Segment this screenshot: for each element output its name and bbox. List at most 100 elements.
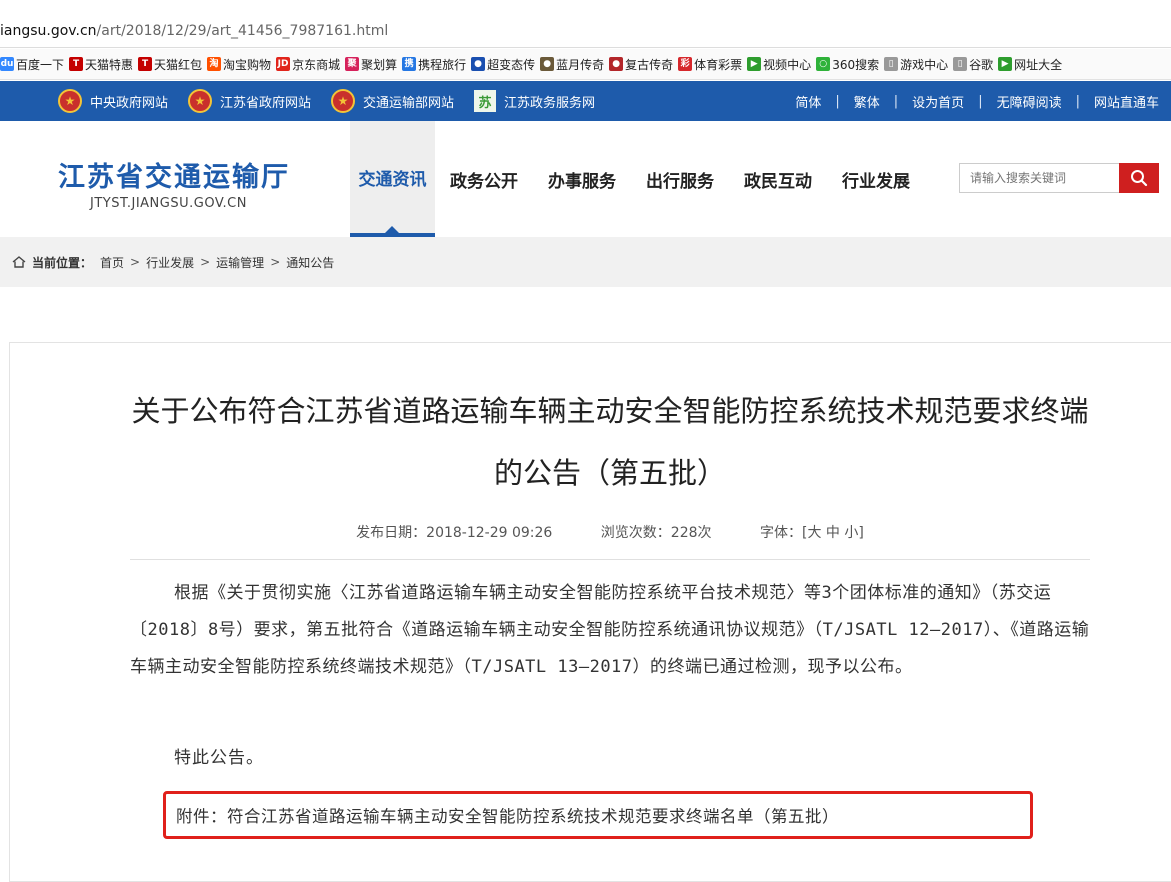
bookmark-item[interactable]: 彩体育彩票 [678,53,747,75]
accessibility-link[interactable]: 无障碍阅读 [997,92,1062,111]
bookmark-label: 复古传奇 [625,57,674,72]
nav-item-travel[interactable]: 出行服务 [631,121,729,237]
site-domain: JTYST.JIANGSU.GOV.CN [90,196,247,211]
set-homepage-link[interactable]: 设为首页 [912,92,964,111]
bookmark-label: 网址大全 [1014,57,1063,72]
bookmark-item[interactable]: ▶ 网址大全 [998,53,1067,75]
gov-link-central[interactable]: ★ 中央政府网站 [58,89,168,113]
separator: | [1075,93,1080,109]
bookmark-item[interactable]: ● 复古传奇 [609,53,678,75]
jd-icon: JD [276,57,291,71]
article-statement: 特此公告。 [174,748,264,768]
breadcrumb-separator: > [130,255,141,269]
bookmark-label: 蓝月传奇 [556,57,605,72]
site-header: 江苏省交通运输厅 JTYST.JIANGSU.GOV.CN 交通资讯 政务公开 … [0,121,1171,237]
gov-link-service[interactable]: 苏江苏政务服务网 [474,90,595,112]
article-title: 关于公布符合江苏省道路运输车辆主动安全智能防控系统技术规范要求终端的公告（第五批… [131,394,1089,490]
bookmark-label: 游戏中心 [900,57,949,72]
tmall-icon: T [138,57,153,71]
nav-item-industry[interactable]: 行业发展 [827,121,925,237]
browser-address-bar[interactable]: iangsu.gov.cn/art/2018/12/29/art_41456_7… [0,0,1171,48]
bookmark-item[interactable]: ▯ 谷歌 [953,53,998,75]
separator: | [978,93,983,109]
bookmark-label: 百度一下 [16,57,65,72]
baidu-icon: du [0,57,14,71]
bookmark-label: 携程旅行 [418,57,467,72]
gov-links: ★ 中央政府网站 ★ 江苏省政府网站 ★ 交通运输部网站 苏江苏政务服务网 [58,81,615,121]
jiangsu-service-icon: 苏 [474,90,497,112]
search-360-icon: ○ [816,57,831,71]
bookmark-label: 聚划算 [361,57,398,72]
bookmark-label: 京东商城 [292,57,341,72]
font-size-switcher[interactable]: 字体：[大 中 小] [760,525,864,541]
main-nav: 交通资讯 政务公开 办事服务 出行服务 政民互动 行业发展 [350,121,925,237]
nav-site-icon: ▶ [998,57,1013,71]
gov-link-label: 江苏政务服务网 [504,95,596,111]
bookmark-item[interactable]: JD 京东商城 [276,53,345,75]
bookmark-item[interactable]: du 百度一下 [0,53,69,75]
gov-link-mot[interactable]: ★ 交通运输部网站 [331,89,454,113]
national-emblem-icon: ★ [188,89,213,113]
bookmark-item[interactable]: ▶ 视频中心 [747,53,816,75]
separator: | [835,93,840,109]
video-icon: ▶ [747,57,762,71]
traditional-link[interactable]: 繁体 [854,92,880,111]
utility-links: 简体 | 繁体 | 设为首页 | 无障碍阅读 | 网站直通车 [795,81,1159,121]
article-meta: 发布日期：2018-12-29 09:26 浏览次数：228次 字体：[大 中 … [130,520,1090,560]
bookmark-label: 谷歌 [969,57,994,72]
bookmark-item[interactable]: 携携程旅行 [402,53,471,75]
home-icon [12,256,26,268]
gov-link-jiangsu[interactable]: ★ 江苏省政府网站 [188,89,311,113]
search-icon [1131,170,1148,187]
national-emblem-icon: ★ [331,89,356,113]
bookmarks-bar: du 百度一下 T 天猫特惠 T 天猫红包淘淘宝购物 JD 京东商城聚聚划算携携程旅行 ● 超变态… [0,49,1171,80]
bookmark-item[interactable]: ● 超变态传 [471,53,540,75]
url-host: iangsu.gov.cn [0,23,97,39]
bookmark-item[interactable]: T 天猫特惠 [69,53,138,75]
article-body: 根据《关于贯彻实施〈江苏省道路运输车辆主动安全智能防控系统平台技术规范〉等3个团… [130,583,1090,677]
bookmark-label: 天猫红包 [154,57,203,72]
game-icon: ● [471,57,486,71]
breadcrumb-home[interactable]: 首页 [100,254,124,271]
breadcrumb-industry[interactable]: 行业发展 [146,254,194,271]
bookmark-item[interactable]: 聚聚划算 [345,53,402,75]
breadcrumb: 当前位置： 首页 > 行业发展 > 运输管理 > 通知公告 [0,237,1171,287]
game-icon: ● [609,57,624,71]
nav-item-services[interactable]: 办事服务 [533,121,631,237]
search-input[interactable] [959,163,1119,193]
bookmark-item[interactable]: ● 蓝月传奇 [540,53,609,75]
nav-item-interaction[interactable]: 政民互动 [729,121,827,237]
tmall-icon: T [69,57,84,71]
bookmark-item[interactable]: 淘淘宝购物 [207,53,276,75]
site-logo-title[interactable]: 江苏省交通运输厅 [58,155,290,194]
bookmark-item[interactable]: ▯ 游戏中心 [884,53,953,75]
nav-item-news[interactable]: 交通资讯 [350,121,435,237]
bookmark-item[interactable]: T 天猫红包 [138,53,207,75]
bookmark-label: 体育彩票 [694,57,743,72]
gov-link-label: 交通运输部网站 [363,95,455,111]
gov-link-label: 江苏省政府网站 [220,95,312,111]
breadcrumb-separator: > [200,255,211,269]
bookmark-label: 淘宝购物 [223,57,272,72]
bookmark-label: 视频中心 [763,57,812,72]
bookmark-item[interactable]: ○ 360搜索 [816,53,884,75]
url-text[interactable]: iangsu.gov.cn/art/2018/12/29/art_41456_7… [0,23,388,39]
national-emblem-icon: ★ [58,89,82,113]
breadcrumb-separator: > [270,255,281,269]
publish-date: 发布日期：2018-12-29 09:26 [356,525,553,541]
separator: | [893,93,899,109]
lottery-icon: 彩 [678,57,693,71]
site-directory-link[interactable]: 网站直通车 [1094,92,1159,111]
taobao-icon: 淘 [207,57,222,71]
attachment-link[interactable]: 附件：符合江苏省道路运输车辆主动安全智能防控系统技术规范要求终端名单（第五批） [163,791,1033,839]
game-icon: ● [540,57,555,71]
simplified-link[interactable]: 简体 [795,92,821,111]
breadcrumb-notices[interactable]: 通知公告 [286,254,334,271]
bookmark-label: 360搜索 [832,57,880,72]
search-button[interactable] [1119,163,1159,193]
nav-item-gov-affairs[interactable]: 政务公开 [435,121,533,237]
breadcrumb-transport[interactable]: 运输管理 [216,254,264,271]
view-count: 浏览次数：228次 [600,525,712,541]
breadcrumb-label: 当前位置： [32,255,93,270]
url-path: /art/2018/12/29/art_41456_7987161.html [96,23,389,39]
